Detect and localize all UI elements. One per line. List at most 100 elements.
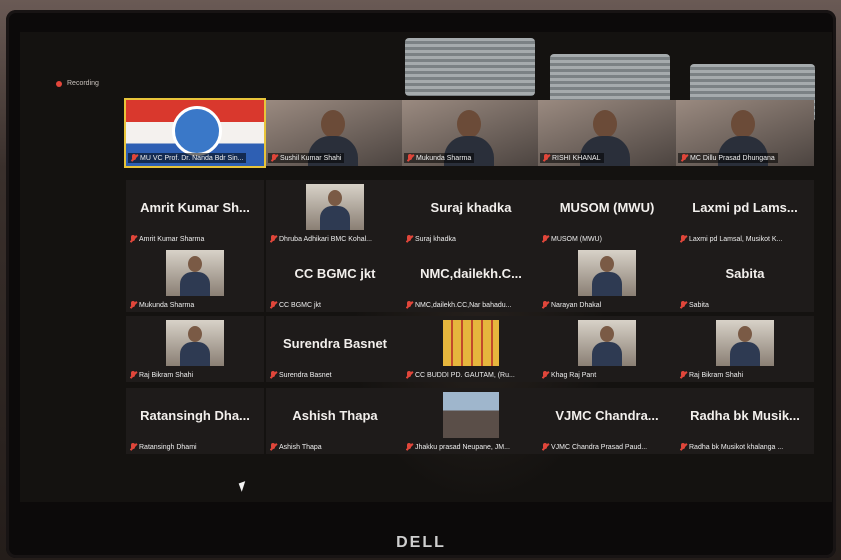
- participant-name-label: Mukunda Sharma: [130, 301, 260, 309]
- profile-photo-building: [443, 320, 499, 366]
- participant-tile[interactable]: Mukunda Sharma: [402, 100, 540, 166]
- participant-tile[interactable]: Sabita Sabita: [676, 246, 814, 312]
- participant-label-text: Amrit Kumar Sharma: [139, 235, 205, 243]
- muted-mic-icon: [270, 371, 276, 379]
- participant-tile[interactable]: MU VC Prof. Dr. Nanda Bdr Sin...: [124, 98, 266, 168]
- participant-display-name: VJMC Chandra...: [555, 408, 659, 423]
- participant-label-text: Laxmi pd Lamsal, Musikot K...: [689, 235, 783, 243]
- muted-mic-icon: [542, 371, 548, 379]
- laptop-bezel: Recording MU VC Prof. Dr. Nanda Bdr Sin.…: [6, 10, 836, 558]
- participant-tile[interactable]: Amrit Kumar Sh... Amrit Kumar Sharma: [126, 180, 264, 246]
- participant-name-label: CC BUDDI PD. GAUTAM, (Ru...: [406, 371, 536, 379]
- muted-mic-icon: [407, 154, 413, 162]
- muted-mic-icon: [130, 371, 136, 379]
- muted-mic-icon: [542, 443, 548, 451]
- profile-photo: [578, 320, 636, 366]
- participant-label-text: VJMC Chandra Prasad Paud...: [551, 443, 648, 451]
- participant-tile[interactable]: Narayan Dhakal: [538, 246, 676, 312]
- participant-display-name: MUSOM (MWU): [559, 200, 655, 215]
- participant-display-name: Laxmi pd Lams...: [692, 200, 798, 215]
- participant-label-text: MUSOM (MWU): [551, 235, 602, 243]
- participant-name-label: Mukunda Sharma: [404, 153, 475, 163]
- participant-label-text: Mukunda Sharma: [139, 301, 195, 309]
- participant-name-label: MU VC Prof. Dr. Nanda Bdr Sin...: [128, 153, 247, 163]
- participant-label-text: Sushil Kumar Shahi: [280, 154, 342, 162]
- muted-mic-icon: [680, 235, 686, 243]
- participant-tile[interactable]: Dhruba Adhikari BMC Kohal...: [266, 180, 404, 246]
- muted-mic-icon: [542, 301, 548, 309]
- participant-tile[interactable]: NMC,dailekh.C... NMC,dailekh.CC,Nar bahad…: [402, 246, 540, 312]
- participant-tile[interactable]: Khag Raj Pant: [538, 316, 676, 382]
- participant-name-label: Khag Raj Pant: [542, 371, 672, 379]
- participant-label-text: CC BUDDI PD. GAUTAM, (Ru...: [415, 371, 515, 379]
- participant-display-name: NMC,dailekh.C...: [420, 266, 522, 281]
- participant-label-text: Radha bk Musikot khalanga ...: [689, 443, 784, 451]
- participant-tile[interactable]: MC Dillu Prasad Dhungana: [676, 100, 814, 166]
- window-reflection: [405, 38, 535, 96]
- participant-name-label: Sabita: [680, 301, 810, 309]
- participant-tile[interactable]: Jhakku prasad Neupane, JM...: [402, 388, 540, 454]
- participant-display-name: Ashish Thapa: [292, 408, 378, 423]
- participant-video-head: [321, 110, 345, 138]
- participant-tile[interactable]: RISHI KHANAL: [538, 100, 676, 166]
- participant-label-text: Ratansingh Dhami: [139, 443, 197, 451]
- participant-label-text: Narayan Dhakal: [551, 301, 602, 309]
- muted-mic-icon: [406, 235, 412, 243]
- muted-mic-icon: [270, 301, 276, 309]
- recording-indicator[interactable]: Recording: [56, 80, 99, 87]
- participant-display-name: Sabita: [725, 266, 765, 281]
- muted-mic-icon: [130, 301, 136, 309]
- participant-tile[interactable]: CC BGMC jkt CC BGMC jkt: [266, 246, 404, 312]
- dell-logo: DELL: [396, 534, 446, 551]
- zoom-window: Recording MU VC Prof. Dr. Nanda Bdr Sin.…: [20, 32, 832, 502]
- participant-video-head: [593, 110, 617, 138]
- participant-name-label: Raj Bikram Shahi: [130, 371, 260, 379]
- participant-tile[interactable]: Suraj khadka Suraj khadka: [402, 180, 540, 246]
- participant-label-text: Raj Bikram Shahi: [689, 371, 744, 379]
- participant-tile[interactable]: Surendra Basnet Surendra Basnet: [266, 316, 404, 382]
- participant-name-label: CC BGMC jkt: [270, 301, 400, 309]
- participant-label-text: Dhruba Adhikari BMC Kohal...: [279, 235, 372, 243]
- participant-name-label: MUSOM (MWU): [542, 235, 672, 243]
- participant-tile[interactable]: Raj Bikram Shahi: [126, 316, 264, 382]
- participant-label-text: NMC,dailekh.CC,Nar bahadu...: [415, 301, 512, 309]
- participant-tile[interactable]: Laxmi pd Lams... Laxmi pd Lamsal, Musikot…: [676, 180, 814, 246]
- participant-tile[interactable]: Ratansingh Dha... Ratansingh Dhami: [126, 388, 264, 454]
- participant-name-label: RISHI KHANAL: [540, 153, 604, 163]
- participant-label-text: Mukunda Sharma: [416, 154, 472, 162]
- muted-mic-icon: [270, 235, 276, 243]
- participant-name-label: Raj Bikram Shahi: [680, 371, 810, 379]
- participant-name-label: VJMC Chandra Prasad Paud...: [542, 443, 672, 451]
- participant-video-head: [457, 110, 481, 138]
- participant-display-name: Radha bk Musik...: [690, 408, 800, 423]
- participant-tile[interactable]: MUSOM (MWU) MUSOM (MWU): [538, 180, 676, 246]
- record-dot-icon: [56, 80, 62, 87]
- muted-mic-icon: [130, 235, 136, 243]
- participant-label-text: MC Dillu Prasad Dhungana: [690, 154, 775, 162]
- participant-label-text: CC BGMC jkt: [279, 301, 321, 309]
- participant-tile[interactable]: Radha bk Musik... Radha bk Musikot khalan…: [676, 388, 814, 454]
- profile-photo: [306, 184, 364, 230]
- participant-name-label: Suraj khadka: [406, 235, 536, 243]
- muted-mic-icon: [680, 371, 686, 379]
- profile-photo-group: [443, 392, 499, 438]
- profile-photo: [716, 320, 774, 366]
- participant-tile[interactable]: Raj Bikram Shahi: [676, 316, 814, 382]
- profile-photo: [578, 250, 636, 296]
- participant-label-text: Ashish Thapa: [279, 443, 322, 451]
- participant-tile[interactable]: CC BUDDI PD. GAUTAM, (Ru...: [402, 316, 540, 382]
- participant-name-label: Radha bk Musikot khalanga ...: [680, 443, 810, 451]
- participant-label-text: Sabita: [689, 301, 709, 309]
- participant-tile[interactable]: Mukunda Sharma: [126, 246, 264, 312]
- participant-tile[interactable]: VJMC Chandra... VJMC Chandra Prasad Paud.…: [538, 388, 676, 454]
- recording-label: Recording: [67, 80, 99, 87]
- muted-mic-icon: [270, 443, 276, 451]
- participant-tile[interactable]: Ashish Thapa Ashish Thapa: [266, 388, 404, 454]
- participant-name-label: Amrit Kumar Sharma: [130, 235, 260, 243]
- participant-label-text: RISHI KHANAL: [552, 154, 601, 162]
- participant-name-label: NMC,dailekh.CC,Nar bahadu...: [406, 301, 536, 309]
- participant-label-text: MU VC Prof. Dr. Nanda Bdr Sin...: [140, 154, 244, 162]
- participant-tile[interactable]: Sushil Kumar Shahi: [266, 100, 404, 166]
- university-logo: [172, 106, 222, 156]
- participant-name-label: Surendra Basnet: [270, 371, 400, 379]
